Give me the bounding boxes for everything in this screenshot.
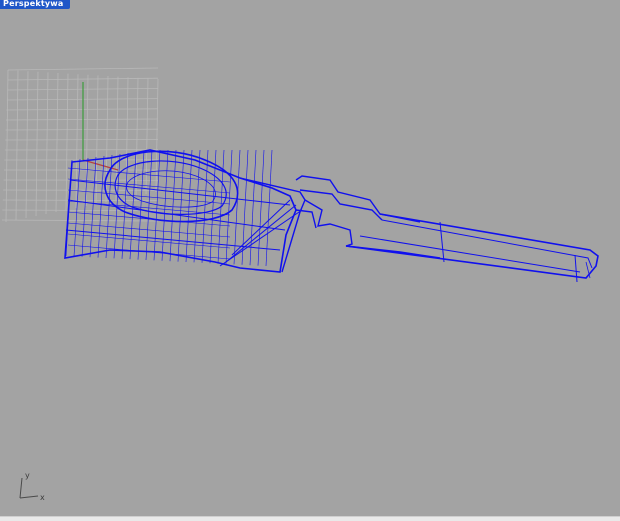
isocurve-line <box>89 156 97 258</box>
grid-line <box>7 67 159 71</box>
isocurve-line <box>67 244 231 260</box>
isocurve-line <box>233 149 241 265</box>
grid-line <box>5 118 159 121</box>
axis-x-label: x <box>40 493 45 502</box>
axis-indicator-x-line <box>19 495 39 499</box>
scene-canvas[interactable] <box>0 0 620 521</box>
model-blade <box>345 213 599 283</box>
isocurve-line <box>67 233 231 249</box>
viewport-title-tab[interactable]: Perspektywa <box>0 0 70 9</box>
grid-line <box>5 128 159 131</box>
isocurve-line <box>225 149 233 265</box>
isocurve-line <box>67 222 231 238</box>
isocurve-line <box>145 149 153 261</box>
grid-line <box>15 70 19 221</box>
grid-line <box>5 69 9 223</box>
grid-line <box>115 76 119 201</box>
grid-line <box>105 75 109 203</box>
grid-line <box>65 73 69 211</box>
model-neck <box>219 177 306 273</box>
grid-line <box>35 71 39 217</box>
isocurve-line <box>73 158 81 257</box>
isocurve-line <box>185 149 193 263</box>
isocurve-line <box>137 150 145 260</box>
grid-line <box>5 138 159 141</box>
grid-line <box>135 77 139 197</box>
axis-indicator-y-line <box>19 477 23 499</box>
construction-grid <box>1 67 159 223</box>
isocurve-line <box>161 149 169 261</box>
viewport-title: Perspektywa <box>3 0 64 8</box>
grid-line <box>155 78 159 193</box>
isocurve-line <box>81 157 89 257</box>
isocurve-line <box>177 149 185 262</box>
grid-line <box>145 78 149 195</box>
grid-line <box>75 74 79 209</box>
grid-line <box>1 219 159 222</box>
isocurve-line <box>169 149 177 262</box>
axis-indicator-icon: y x <box>10 472 50 504</box>
perspective-viewport[interactable]: Perspektywa y x <box>0 0 620 521</box>
grid-line <box>7 77 159 81</box>
grid-line <box>55 72 59 213</box>
viewport-bottom-border <box>0 516 620 521</box>
isocurve-line <box>129 151 137 260</box>
grid-line <box>25 71 29 219</box>
axis-y-label: y <box>25 471 30 480</box>
grid-line <box>45 72 49 215</box>
grid-line <box>6 108 159 111</box>
